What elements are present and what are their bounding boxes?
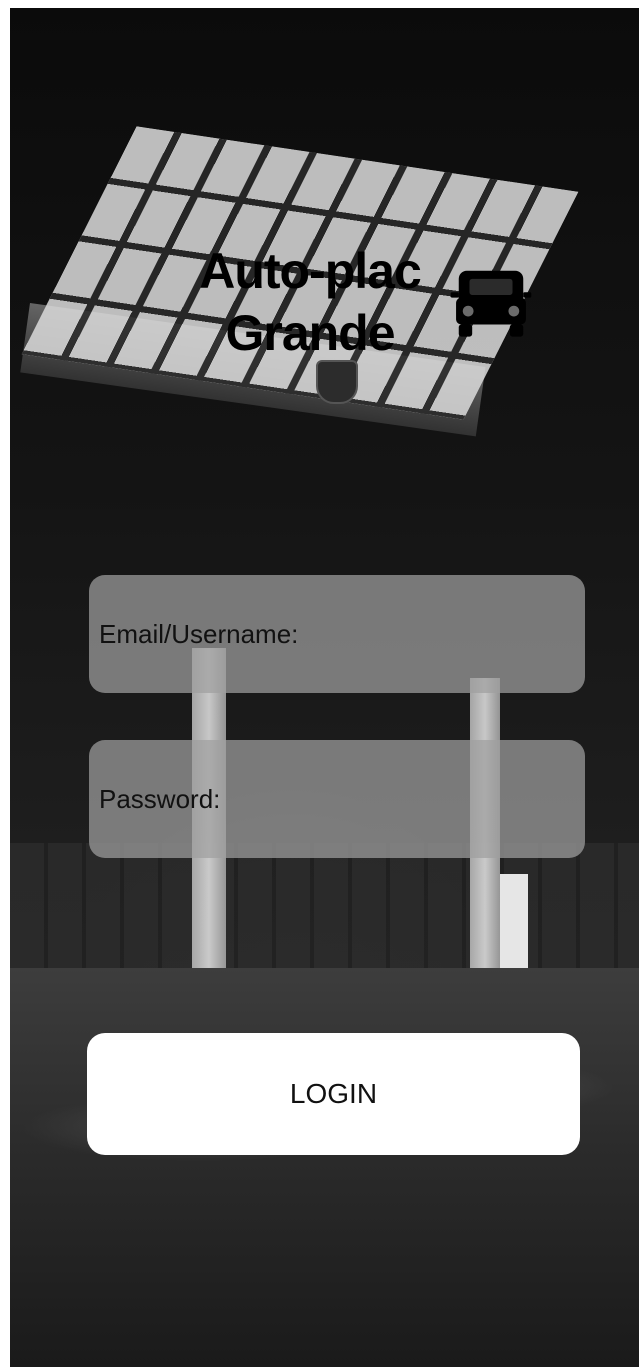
app-title: Auto-plac Grande bbox=[199, 243, 422, 361]
login-button[interactable]: LOGIN bbox=[87, 1033, 580, 1155]
car-icon bbox=[450, 270, 532, 337]
email-field[interactable] bbox=[89, 575, 585, 693]
background-floor bbox=[10, 968, 639, 1367]
brand-header: Auto-plac Grande bbox=[160, 240, 532, 380]
login-screen: Auto-plac Grande LOGIN bbox=[10, 8, 639, 1367]
email-input[interactable] bbox=[97, 617, 585, 651]
background-wall bbox=[10, 843, 639, 968]
password-input[interactable] bbox=[97, 782, 585, 816]
password-field[interactable] bbox=[89, 740, 585, 858]
background-doorway bbox=[500, 874, 528, 968]
